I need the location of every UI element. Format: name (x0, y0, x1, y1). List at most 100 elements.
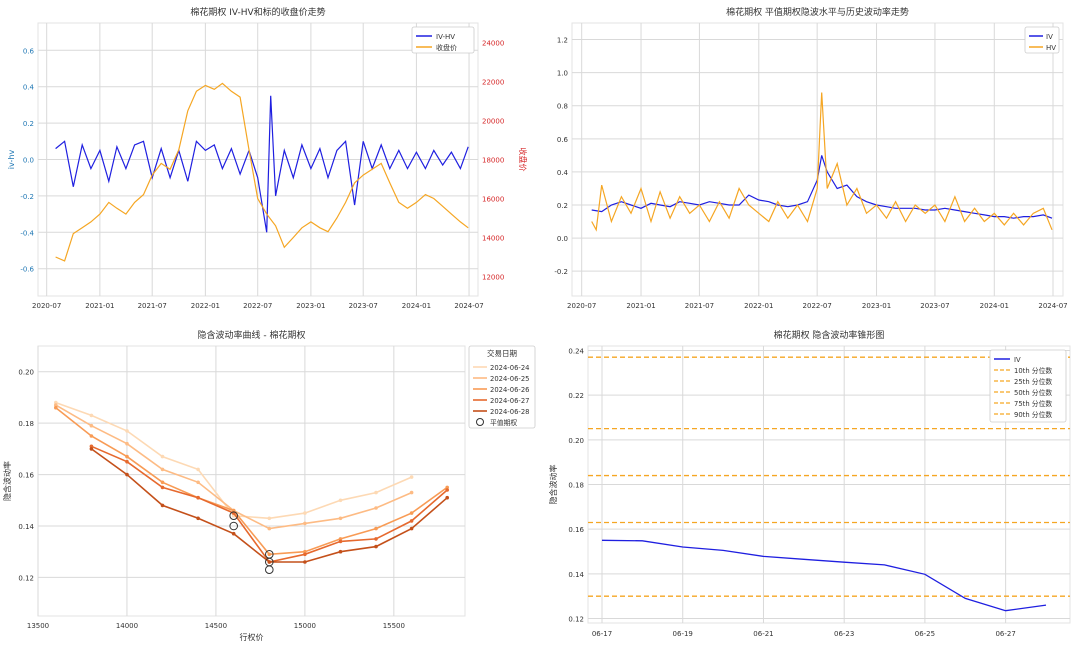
y-tick-label: 0.24 (568, 347, 584, 355)
y-tick-label: 0.18 (568, 482, 584, 490)
y-tick-label: -0.2 (20, 193, 34, 201)
y-tick-label: -0.2 (554, 268, 568, 276)
smile-point (54, 405, 58, 410)
y-tick-label: 0.8 (557, 103, 568, 111)
x-tick-label: 2022-07 (243, 302, 272, 310)
legend-entry: 90th 分位数 (1014, 410, 1052, 419)
x-tick-label: 06-19 (673, 630, 693, 638)
smile-point (409, 519, 414, 523)
chart-dashboard: 棉花期权 IV-HV和标的收盘价走势 2020-07 2021-01 2021-07 2… (0, 0, 1080, 646)
y2-tick-label: 14000 (482, 235, 504, 243)
chart-title: 棉花期权 平值期权隐波水平与历史波动率走势 (726, 6, 909, 18)
chart-iv-hv-price: 棉花期权 IV-HV和标的收盘价走势 2020-07 2021-01 2021-07 2… (7, 6, 528, 310)
smile-point (160, 467, 165, 472)
y-tick-label: 0.0 (23, 157, 34, 165)
smile-point (445, 488, 450, 492)
smile-point (374, 537, 378, 541)
smile-point (89, 413, 94, 418)
y2-tick-label: 16000 (482, 196, 504, 204)
x-tick-label: 2021-07 (685, 302, 714, 310)
chart-title: 棉花期权 隐含波动率锥形图 (774, 329, 885, 341)
smile-point (374, 490, 378, 495)
smile-point (374, 544, 378, 549)
y-tick-label: 0.12 (568, 616, 584, 624)
x-tick-label: 2022-01 (744, 302, 773, 310)
smile-point (409, 490, 414, 495)
legend-entry: 25th 分位数 (1014, 377, 1052, 386)
smile-point (125, 429, 129, 433)
smile-point (89, 423, 94, 428)
smile-point (231, 531, 236, 536)
smile-point (267, 526, 272, 531)
y2-tick-label: 20000 (482, 118, 504, 126)
x-tick-label: 06-25 (915, 630, 935, 638)
y-tick-label: 1.2 (557, 37, 568, 45)
y-tick-label: -0.4 (20, 229, 34, 237)
smile-point (338, 498, 343, 503)
y-tick-label: 0.20 (568, 437, 584, 445)
x-tick-label: 2021-01 (85, 302, 114, 310)
x-tick-label: 06-23 (834, 630, 854, 638)
y-tick-label: 0.2 (557, 202, 568, 210)
chart-iv-smile: 隐含波动率曲线 - 棉花期权 13500 14000 14500 15000 15500 0… (2, 329, 536, 642)
x-tick-label: 14000 (116, 622, 138, 630)
smile-point (267, 552, 272, 557)
y2-tick-label: 24000 (482, 40, 504, 48)
x-tick-label: 2024-01 (402, 302, 431, 310)
smile-point (338, 549, 343, 554)
x-tick-label: 2022-01 (191, 302, 220, 310)
smile-point (125, 441, 129, 446)
x-tick-label: 2022-07 (803, 302, 832, 310)
y-tick-label: 0.16 (568, 526, 584, 534)
x-tick-label: 2024-07 (1038, 302, 1067, 310)
smile-point (338, 516, 343, 521)
smile-point (303, 521, 307, 526)
x-tick-label: 2024-07 (454, 302, 483, 310)
legend-entry: 10th 分位数 (1014, 366, 1052, 375)
y-tick-label: 1.0 (557, 70, 568, 78)
x-tick-label: 2021-07 (138, 302, 167, 310)
y-tick-label: 0.4 (557, 169, 569, 177)
y-tick-label: -0.6 (20, 266, 34, 274)
legend-entry: 50th 分位数 (1014, 388, 1052, 397)
x-tick-label: 06-27 (995, 630, 1015, 638)
y2-tick-label: 18000 (482, 157, 504, 165)
smile-point (267, 560, 272, 564)
smile-point (303, 511, 307, 515)
x-tick-label: 06-21 (753, 630, 773, 638)
y2-tick-label: 12000 (482, 274, 504, 282)
y-axis-label: 隐含波动率 (548, 465, 558, 505)
smile-point (89, 447, 94, 451)
y2-axis-label: 收盘价 (518, 148, 528, 172)
y-tick-label: 0.14 (18, 523, 34, 531)
y2-tick-label: 22000 (482, 79, 504, 87)
legend-entry: 2024-06-26 (490, 386, 530, 394)
y-tick-label: 0.12 (18, 574, 34, 582)
x-tick-label: 14500 (205, 622, 227, 630)
smile-point (374, 526, 378, 531)
legend-entry: IV (1014, 356, 1021, 364)
chart-iv-hv-trend: 棉花期权 平值期权隐波水平与历史波动率走势 2020-07 2021-01 2021-… (554, 6, 1067, 310)
x-tick-label: 2023-07 (349, 302, 378, 310)
smile-point (409, 526, 414, 531)
smile-point (196, 480, 200, 485)
y-tick-label: 0.16 (18, 472, 34, 480)
y-axis-label: 隐含波动率 (2, 461, 12, 501)
x-tick-label: 2021-01 (626, 302, 655, 310)
y-tick-label: 0.4 (23, 84, 35, 92)
x-tick-label: 15000 (294, 622, 316, 630)
smile-point (125, 454, 129, 459)
x-axis-label: 行权价 (240, 632, 264, 642)
legend-entry: 收盘价 (436, 43, 457, 52)
smile-point (196, 467, 200, 472)
smile-point (160, 485, 165, 490)
smile-point (196, 516, 200, 521)
smile-point (338, 539, 343, 544)
x-tick-label: 13500 (27, 622, 49, 630)
smile-point (196, 495, 200, 500)
legend-entry: 2024-06-25 (490, 375, 530, 383)
smile-point (160, 454, 165, 459)
legend-entry: IV (1046, 33, 1053, 41)
smile-point (89, 434, 94, 438)
smile-point (303, 560, 307, 564)
